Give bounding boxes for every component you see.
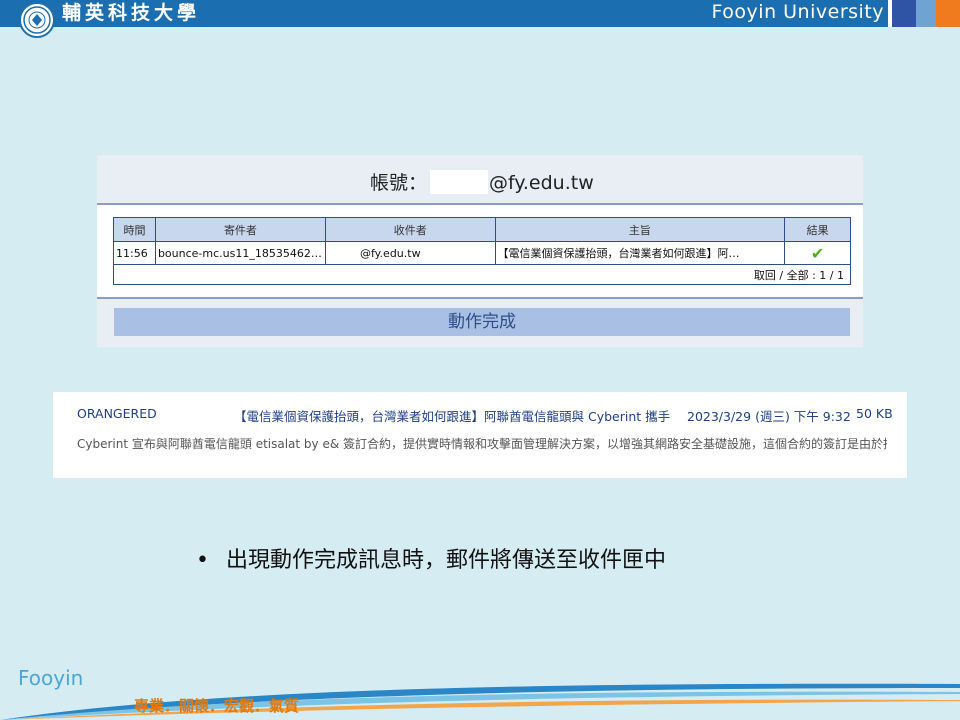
col-header-subject[interactable]: 主旨 bbox=[494, 217, 786, 242]
inbox-date: 2023/3/29 (週三) 下午 9:32 bbox=[687, 409, 851, 424]
action-complete-message: 動作完成 bbox=[114, 308, 850, 336]
recipient-domain: @fy.edu.tw bbox=[359, 246, 421, 260]
inbox-sender: ORANGERED bbox=[77, 406, 157, 421]
account-domain: @fy.edu.tw bbox=[489, 172, 594, 194]
checkmark-icon: ✔ bbox=[810, 243, 825, 263]
pager-row: 取回 / 全部 : 1 / 1 bbox=[113, 264, 851, 285]
inbox-message-item[interactable]: ORANGERED 【電信業個資保護抬頭，台灣業者如何跟進】阿聯酋電信龍頭與 C… bbox=[53, 392, 907, 478]
university-name-english: Fooyin University bbox=[711, 1, 884, 23]
university-seal-icon bbox=[19, 2, 55, 38]
university-name-chinese: 輔英科技大學 bbox=[62, 2, 201, 24]
cell-recipient: @fy.edu.tw bbox=[324, 241, 496, 265]
account-line: 帳號： @fy.edu.tw bbox=[97, 168, 863, 198]
cell-subject: 【電信業個資保護抬頭，台灣業者如何跟進】阿… bbox=[494, 241, 786, 265]
footer-brand: Fooyin bbox=[18, 666, 84, 690]
header-accent-block-orange bbox=[936, 0, 960, 27]
col-header-sender[interactable]: 寄件者 bbox=[154, 217, 326, 242]
cell-sender: bounce-mc.us11_18535462… bbox=[154, 241, 326, 265]
bullet-text: 出現動作完成訊息時，郵件將傳送至收件匣中 bbox=[226, 548, 667, 573]
col-header-result[interactable]: 結果 bbox=[784, 217, 851, 242]
col-header-time[interactable]: 時間 bbox=[113, 217, 156, 242]
account-label: 帳號： bbox=[370, 172, 428, 194]
footer-motto: 專業．關懷．宏觀．氣質 bbox=[134, 697, 300, 715]
account-redaction bbox=[430, 170, 488, 194]
mail-table: 時間 寄件者 收件者 主旨 結果 11:56 bounce-mc.us11_18… bbox=[113, 217, 851, 285]
header-accent-block-light bbox=[916, 0, 936, 27]
header-bar: 輔英科技大學 Fooyin University bbox=[0, 0, 960, 27]
table-row[interactable]: 11:56 bounce-mc.us11_18535462… @fy.edu.t… bbox=[113, 241, 851, 265]
table-header-row: 時間 寄件者 收件者 主旨 結果 bbox=[113, 217, 851, 242]
cell-result: ✔ bbox=[784, 241, 851, 265]
mail-table-frame: 時間 寄件者 收件者 主旨 結果 11:56 bounce-mc.us11_18… bbox=[97, 203, 863, 299]
inbox-size: 50 KB bbox=[856, 406, 893, 421]
recipient-redaction bbox=[327, 247, 360, 260]
cell-time: 11:56 bbox=[113, 241, 156, 265]
header-accent-block-blue bbox=[892, 0, 916, 27]
bullet-point: • 出現動作完成訊息時，郵件將傳送至收件匣中 bbox=[196, 545, 666, 577]
pager-text: 取回 / 全部 : 1 / 1 bbox=[113, 264, 851, 285]
bullet-dot-icon: • bbox=[196, 548, 209, 573]
inbox-subject: 【電信業個資保護抬頭，台灣業者如何跟進】阿聯酋電信龍頭與 Cyberint 攜手… bbox=[234, 409, 674, 424]
mail-tracking-panel: 帳號： @fy.edu.tw 時間 寄件者 收件者 主旨 結果 11:56 bo… bbox=[97, 155, 863, 347]
inbox-preview: Cyberint 宣布與阿聯酋電信龍頭 etisalat by e& 簽訂合約，… bbox=[77, 437, 887, 451]
col-header-recipient[interactable]: 收件者 bbox=[324, 217, 496, 242]
inbox-item-header: ORANGERED 【電信業個資保護抬頭，台灣業者如何跟進】阿聯酋電信龍頭與 C… bbox=[77, 406, 893, 424]
